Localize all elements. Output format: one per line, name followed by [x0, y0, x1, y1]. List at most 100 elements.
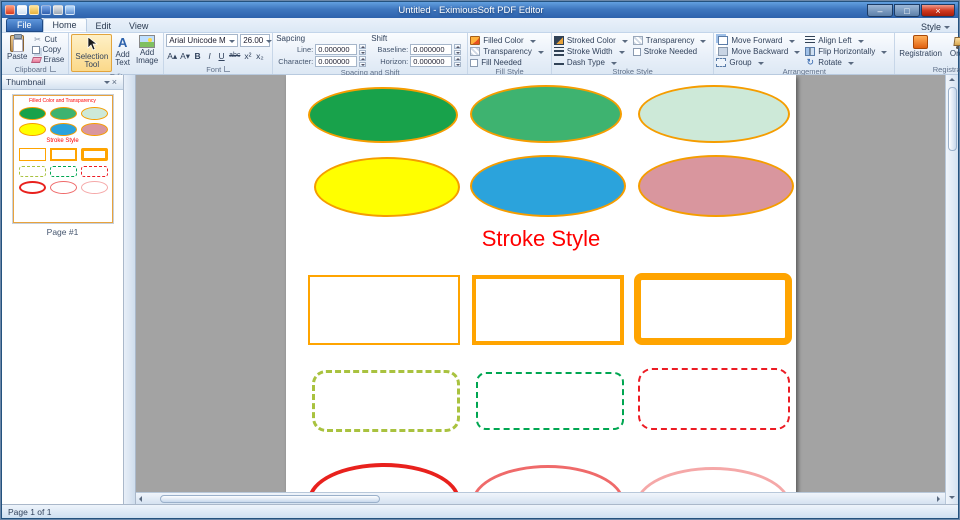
quick-access-toolbar — [5, 5, 75, 15]
document-page[interactable]: Stroke Style — [286, 75, 796, 492]
undo-icon[interactable] — [65, 5, 75, 15]
underline-button[interactable]: U — [216, 49, 227, 61]
grow-font-button[interactable]: A▴ — [166, 49, 178, 61]
bold-button[interactable]: B — [192, 49, 203, 61]
registration-button[interactable]: Registration — [897, 34, 944, 59]
ellipse-rose[interactable] — [638, 155, 794, 217]
close-button[interactable]: × — [921, 3, 955, 17]
rect-dash-olive[interactable] — [312, 370, 460, 432]
transparency-icon — [632, 36, 643, 45]
print-icon[interactable] — [53, 5, 63, 15]
rotate-button[interactable]: ↻ Rotate — [805, 58, 887, 67]
horizon-shift-label: Horizon: — [380, 57, 409, 66]
dash-type-button[interactable]: Dash Type — [553, 58, 628, 67]
new-document-icon[interactable] — [17, 5, 27, 15]
order-button[interactable]: Order — [948, 34, 960, 59]
horizontal-scroll-thumb[interactable] — [160, 494, 380, 503]
line-spacing-input[interactable] — [315, 44, 358, 55]
add-image-button[interactable]: Add Image — [133, 34, 161, 67]
copy-button[interactable]: Copy — [30, 45, 66, 54]
ellipse-seagreen[interactable] — [470, 85, 622, 143]
rect-medium-orange[interactable] — [472, 275, 624, 345]
font-size-select[interactable]: 26.00 — [240, 34, 273, 47]
tab-home[interactable]: Home — [42, 18, 87, 32]
paste-button[interactable]: Paste — [4, 34, 30, 62]
line-spacing-label: Line: — [296, 45, 314, 54]
tab-view[interactable]: View — [120, 20, 157, 32]
fill-transparency-button[interactable]: Transparency — [470, 47, 544, 56]
move-backward-icon — [718, 47, 729, 56]
save-icon[interactable] — [41, 5, 51, 15]
group-button[interactable]: Group — [716, 58, 800, 67]
ellipse-blue[interactable] — [470, 155, 626, 217]
scroll-left-icon[interactable] — [136, 494, 146, 504]
rect-dash-green[interactable] — [476, 372, 624, 430]
tab-edit[interactable]: Edit — [87, 20, 121, 32]
align-left-button[interactable]: Align Left — [805, 36, 887, 45]
italic-button[interactable]: I — [204, 49, 215, 61]
fill-needed-checkbox[interactable]: Fill Needed — [470, 58, 544, 67]
flip-horizontal-icon — [805, 47, 816, 56]
baseline-shift-stepper[interactable] — [454, 44, 462, 55]
vertical-scroll-thumb[interactable] — [947, 87, 957, 151]
add-text-icon: A — [117, 35, 128, 50]
paste-icon — [10, 34, 25, 52]
thumb-rect-dash-olive — [18, 166, 46, 177]
maximize-button[interactable]: □ — [894, 3, 920, 17]
move-backward-button[interactable]: Move Backward — [716, 47, 801, 56]
subscript-button[interactable]: x₂ — [254, 49, 265, 61]
selection-tool-button[interactable]: Selection Tool — [71, 34, 113, 72]
horizontal-scrollbar[interactable] — [136, 492, 945, 504]
shrink-font-button[interactable]: A▾ — [179, 49, 191, 61]
rect-dash-red[interactable] — [638, 368, 790, 430]
filled-color-button[interactable]: Filled Color — [470, 36, 544, 45]
character-spacing-stepper[interactable] — [359, 56, 367, 67]
ellipse-red-outline[interactable] — [308, 463, 460, 492]
rect-thin-orange[interactable] — [308, 275, 460, 345]
ellipse-yellow[interactable] — [314, 157, 460, 217]
character-spacing-label: Character: — [278, 57, 314, 66]
thumbnail-scrollbar[interactable] — [124, 75, 136, 504]
line-spacing-stepper[interactable] — [359, 44, 367, 55]
scroll-down-icon[interactable] — [947, 494, 957, 504]
flip-horizontally-button[interactable]: Flip Horizontally — [805, 47, 888, 56]
stroke-transparency-button[interactable]: Transparency — [632, 36, 707, 45]
baseline-shift-input[interactable] — [410, 44, 453, 55]
ellipse-palegreen[interactable] — [638, 85, 790, 143]
minimize-button[interactable]: – — [867, 3, 893, 17]
rect-thick-orange[interactable] — [634, 273, 792, 345]
character-spacing-input[interactable] — [315, 56, 358, 67]
clipboard-dialog-launcher[interactable] — [49, 66, 56, 72]
chevron-down-icon — [621, 39, 628, 46]
ellipse-red-light[interactable] — [636, 467, 790, 492]
stroke-needed-checkbox[interactable]: Stroke Needed — [632, 47, 707, 56]
cut-button[interactable]: ✂ Cut — [30, 35, 66, 44]
panel-close-icon[interactable]: × — [110, 77, 119, 87]
page-thumbnail[interactable]: Filled Color and Transparency Stroke Styl… — [11, 94, 114, 224]
group-clipboard: Paste ✂ Cut Copy Erase Clipboard — [2, 33, 70, 74]
erase-button[interactable]: Erase — [30, 55, 66, 64]
scroll-right-icon[interactable] — [935, 494, 945, 504]
ellipse-red-medium[interactable] — [472, 465, 624, 492]
rotate-icon: ↻ — [806, 57, 815, 67]
strikethrough-button[interactable]: abc — [228, 49, 241, 61]
tab-file[interactable]: File — [6, 18, 43, 32]
font-dialog-launcher[interactable] — [224, 66, 231, 72]
scroll-up-icon[interactable] — [947, 75, 957, 85]
open-icon[interactable] — [29, 5, 39, 15]
font-family-select[interactable]: Arial Unicode MS — [166, 34, 239, 47]
style-dropdown[interactable]: Style — [921, 22, 954, 32]
stroke-width-button[interactable]: Stroke Width — [553, 47, 628, 56]
move-forward-button[interactable]: Move Forward — [716, 36, 800, 45]
horizon-shift-stepper[interactable] — [454, 56, 462, 67]
canvas-viewport[interactable]: Stroke Style — [136, 75, 945, 492]
dash-type-icon — [553, 63, 564, 65]
add-text-button[interactable]: A Add Text — [112, 34, 133, 69]
horizon-shift-input[interactable] — [410, 56, 453, 67]
vertical-scrollbar[interactable] — [945, 75, 958, 504]
superscript-button[interactable]: x² — [242, 49, 253, 61]
stroke-style-heading[interactable]: Stroke Style — [286, 226, 796, 251]
ellipse-green[interactable] — [308, 87, 458, 143]
stroked-color-button[interactable]: Stroked Color — [553, 36, 628, 46]
panel-menu-icon[interactable] — [103, 81, 110, 87]
